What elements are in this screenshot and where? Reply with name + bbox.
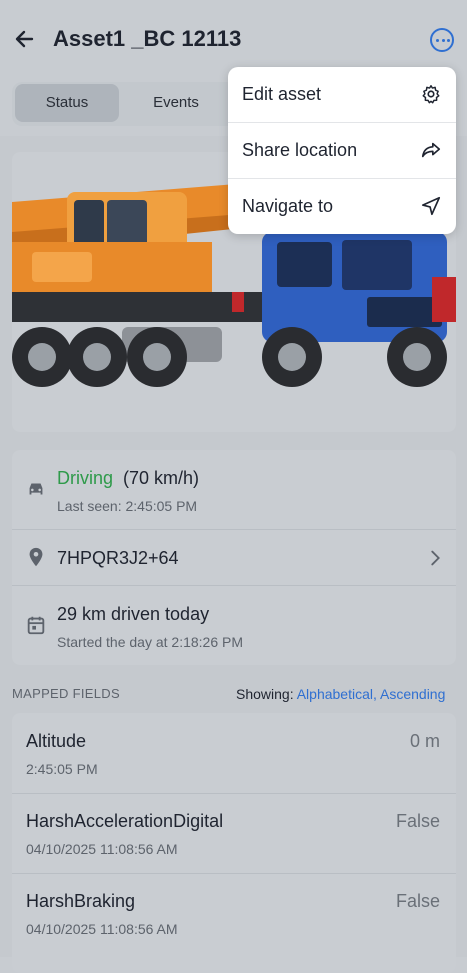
menu-item-label: Navigate to [242,196,334,216]
location-pin-icon [29,547,43,567]
field-name: HarshBraking [26,891,136,911]
tab-events[interactable]: Events [124,84,228,122]
back-button[interactable] [10,24,40,54]
speed-value: (70 km/h) [123,468,200,488]
tab-status[interactable]: Status [15,84,119,122]
gear-icon [422,85,440,104]
sort-order-link[interactable]: Alphabetical, Ascending [297,686,446,702]
divider [12,873,456,874]
page-title: Asset1 _BC 12113 [53,26,242,51]
car-icon [29,483,43,495]
divider [12,585,456,586]
distance-today: 29 km driven today [57,604,210,624]
field-value: False [395,811,440,831]
sort-indicator[interactable]: Showing: Alphabetical, Ascending [236,686,445,702]
day-start-time: Started the day at 2:18:26 PM [57,634,244,650]
chevron-right-icon [431,550,440,566]
menu-item-navigate-to[interactable]: Navigate to [228,179,456,234]
menu-item-edit-asset[interactable]: Edit asset [228,67,456,122]
status-card: Driving (70 km/h) Last seen: 2:45:05 PM … [12,450,456,665]
field-name: Altitude [26,731,87,751]
navigate-icon [421,196,441,216]
menu-item-label: Edit asset [242,84,322,104]
divider [12,793,456,794]
showing-label: Showing: [236,686,294,702]
menu-item-label: Share location [242,140,358,160]
mapped-fields-heading: MAPPED FIELDS [12,686,120,701]
calendar-icon [27,616,45,635]
field-timestamp: 04/10/2025 11:08:56 AM [26,841,178,857]
divider [12,529,456,530]
location-code: 7HPQR3J2+64 [57,548,179,568]
driving-status: Driving (70 km/h) [57,468,199,489]
share-icon [421,142,441,158]
overflow-menu: Edit asset Share location Navigate to [228,67,456,234]
field-timestamp: 04/10/2025 11:08:56 AM [26,921,178,937]
field-value: 0 m [409,731,440,751]
field-timestamp: 2:45:05 PM [26,761,98,777]
field-value: False [395,891,440,911]
driving-label: Driving [57,468,114,488]
menu-item-share-location[interactable]: Share location [228,123,456,178]
field-name: HarshAccelerationDigital [26,811,224,831]
last-seen: Last seen: 2:45:05 PM [57,498,198,514]
arrow-left-icon [15,30,34,48]
more-options-button[interactable] [430,28,454,52]
mapped-fields-list: Altitude 0 m 2:45:05 PM HarshAcceleratio… [12,713,456,973]
